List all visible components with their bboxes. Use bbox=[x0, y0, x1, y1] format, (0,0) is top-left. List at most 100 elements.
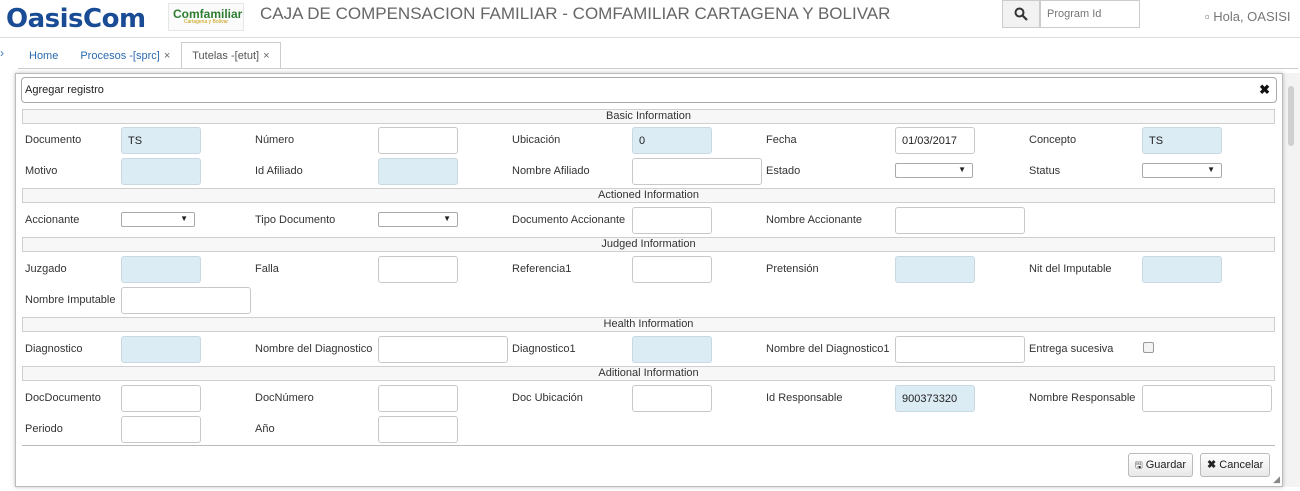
concepto-field[interactable] bbox=[1142, 127, 1222, 154]
accionante-select[interactable]: ▼ bbox=[121, 212, 195, 227]
dialog-header: Agregar registro ✖ bbox=[21, 77, 1277, 103]
nombre-diagnostico-label: Nombre del Diagnostico bbox=[255, 343, 373, 355]
search-button[interactable] bbox=[1002, 0, 1040, 28]
oasiscom-logo: OasisCom bbox=[6, 4, 146, 34]
section-judged-information: Judged Information bbox=[22, 237, 1275, 252]
scrollbar[interactable] bbox=[1288, 86, 1294, 146]
periodo-field[interactable] bbox=[121, 416, 201, 443]
dialog-footer-divider bbox=[22, 445, 1275, 446]
id-afiliado-field[interactable] bbox=[378, 158, 458, 185]
nombre-imputable-field[interactable] bbox=[121, 287, 251, 314]
doc-ubicacion-field[interactable] bbox=[632, 385, 712, 412]
comfamiliar-logo: Comfamiliar Cartagena y Bolívar bbox=[168, 3, 244, 31]
chevron-down-icon: ▼ bbox=[1207, 165, 1215, 174]
doc-ubicacion-label: Doc Ubicación bbox=[512, 392, 583, 404]
tab-home[interactable]: Home bbox=[18, 42, 69, 69]
status-select[interactable]: ▼ bbox=[1142, 163, 1222, 178]
tipo-documento-select[interactable]: ▼ bbox=[378, 212, 458, 227]
id-responsable-field[interactable] bbox=[895, 385, 975, 412]
program-id-input[interactable] bbox=[1040, 0, 1140, 28]
periodo-label: Periodo bbox=[25, 423, 63, 435]
estado-select[interactable]: ▼ bbox=[895, 163, 973, 178]
save-button-label: Guardar bbox=[1145, 459, 1187, 471]
sidebar-toggle-icon[interactable]: › bbox=[0, 46, 4, 60]
cancel-button[interactable]: ✖ Cancelar bbox=[1200, 453, 1271, 477]
section-health-information: Health Information bbox=[22, 317, 1275, 332]
close-tab-icon[interactable]: × bbox=[263, 50, 269, 62]
documento-accionante-field[interactable] bbox=[632, 207, 712, 234]
id-responsable-label: Id Responsable bbox=[766, 392, 843, 404]
user-greeting[interactable]: ▫ Hola, OASISI bbox=[1205, 9, 1291, 24]
numero-field[interactable] bbox=[378, 127, 458, 154]
diagnostico-label: Diagnostico bbox=[25, 343, 83, 355]
anio-label: Año bbox=[255, 423, 275, 435]
doc-numero-label: DocNúmero bbox=[255, 392, 314, 404]
pretension-label: Pretensión bbox=[766, 263, 819, 275]
entrega-sucesiva-checkbox[interactable] bbox=[1143, 342, 1154, 353]
fecha-field[interactable] bbox=[895, 127, 975, 154]
cancel-button-label: Cancelar bbox=[1219, 459, 1264, 471]
nombre-diagnostico1-field[interactable] bbox=[895, 336, 1025, 363]
tab-tutelas[interactable]: Tutelas -[etut] × bbox=[181, 42, 281, 69]
section-basic-information: Basic Information bbox=[22, 109, 1275, 124]
tab-label: Home bbox=[29, 50, 59, 62]
tab-label: Procesos -[sprc] bbox=[80, 50, 160, 62]
nombre-afiliado-label: Nombre Afiliado bbox=[512, 165, 590, 177]
chevron-down-icon: ▼ bbox=[958, 165, 966, 174]
anio-field[interactable] bbox=[378, 416, 458, 443]
juzgado-field[interactable] bbox=[121, 256, 201, 283]
falla-label: Falla bbox=[255, 263, 279, 275]
nombre-responsable-label: Nombre Responsable bbox=[1029, 392, 1136, 404]
estado-label: Estado bbox=[766, 165, 801, 177]
status-label: Status bbox=[1029, 165, 1061, 177]
close-icon[interactable]: ✖ bbox=[1259, 82, 1270, 98]
save-icon: 🖫 bbox=[1135, 460, 1143, 470]
id-afiliado-label: Id Afiliado bbox=[255, 165, 303, 177]
section-aditional-information: Aditional Information bbox=[22, 366, 1275, 381]
nombre-diagnostico1-label: Nombre del Diagnostico1 bbox=[766, 343, 890, 355]
nombre-accionante-label: Nombre Accionante bbox=[766, 214, 862, 226]
referencia1-label: Referencia1 bbox=[512, 263, 572, 275]
save-button[interactable]: 🖫 Guardar bbox=[1128, 453, 1194, 477]
doc-documento-field[interactable] bbox=[121, 385, 201, 412]
falla-field[interactable] bbox=[378, 256, 458, 283]
ubicacion-field[interactable] bbox=[632, 127, 712, 154]
nombre-imputable-label: Nombre Imputable bbox=[25, 294, 116, 306]
tab-bar: Home Procesos -[sprc] × Tutelas -[etut] × bbox=[18, 42, 281, 69]
nit-imputable-field[interactable] bbox=[1142, 256, 1222, 283]
motivo-label: Motivo bbox=[25, 165, 58, 177]
referencia1-field[interactable] bbox=[632, 256, 712, 283]
motivo-field[interactable] bbox=[121, 158, 201, 185]
app-title: CAJA DE COMPENSACION FAMILIAR - COMFAMIL… bbox=[260, 4, 891, 23]
tab-procesos[interactable]: Procesos -[sprc] × bbox=[69, 42, 181, 69]
nombre-accionante-field[interactable] bbox=[895, 207, 1025, 234]
close-icon: ✖ bbox=[1207, 459, 1217, 471]
search-icon bbox=[1014, 7, 1028, 21]
entrega-sucesiva-label: Entrega sucesiva bbox=[1029, 343, 1114, 355]
pretension-field[interactable] bbox=[895, 256, 975, 283]
doc-numero-field[interactable] bbox=[378, 385, 458, 412]
nombre-diagnostico-field[interactable] bbox=[378, 336, 508, 363]
chevron-down-icon: ▼ bbox=[443, 214, 451, 223]
nombre-responsable-field[interactable] bbox=[1142, 385, 1272, 412]
ubicacion-label: Ubicación bbox=[512, 134, 561, 146]
nombre-afiliado-field[interactable] bbox=[632, 158, 762, 185]
fecha-label: Fecha bbox=[766, 134, 797, 146]
documento-field[interactable] bbox=[121, 127, 201, 154]
resize-handle-icon[interactable]: ◢ bbox=[1273, 474, 1280, 485]
accionante-label: Accionante bbox=[25, 214, 80, 226]
top-header: OasisCom Comfamiliar Cartagena y Bolívar… bbox=[0, 0, 1300, 38]
close-tab-icon[interactable]: × bbox=[164, 50, 170, 62]
documento-label: Documento bbox=[25, 134, 82, 146]
juzgado-label: Juzgado bbox=[25, 263, 67, 275]
numero-label: Número bbox=[255, 134, 295, 146]
chevron-down-icon: ▼ bbox=[180, 214, 188, 223]
tab-divider bbox=[18, 68, 1298, 69]
tab-label: Tutelas -[etut] bbox=[192, 50, 260, 62]
doc-documento-label: DocDocumento bbox=[25, 392, 101, 404]
diagnostico1-field[interactable] bbox=[632, 336, 712, 363]
diagnostico1-label: Diagnostico1 bbox=[512, 343, 576, 355]
documento-accionante-label: Documento Accionante bbox=[512, 214, 626, 226]
add-record-dialog: Agregar registro ✖ Basic Information Doc… bbox=[15, 73, 1283, 487]
diagnostico-field[interactable] bbox=[121, 336, 201, 363]
